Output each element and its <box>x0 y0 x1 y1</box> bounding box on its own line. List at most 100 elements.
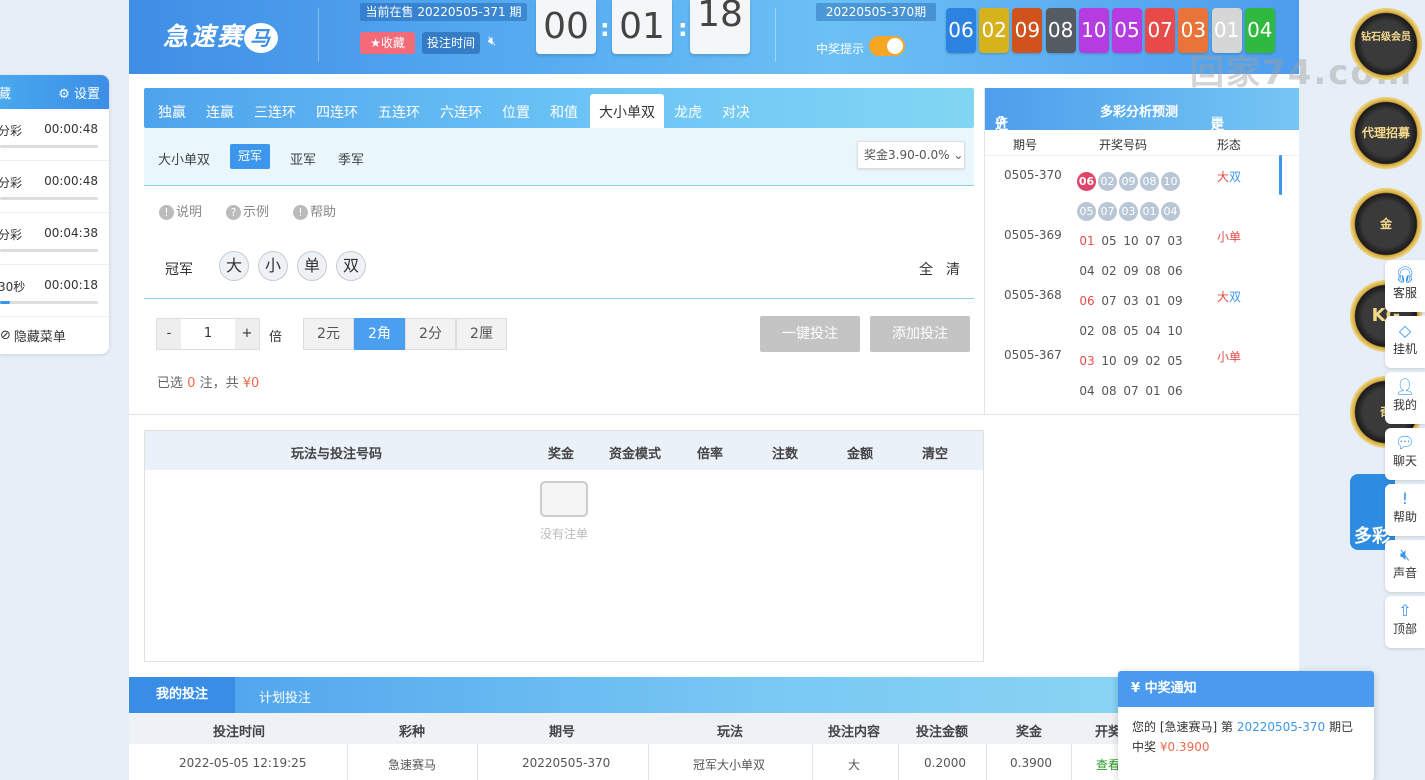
result-ball: 08 <box>1045 8 1076 53</box>
gold-badge[interactable]: 金 <box>1350 188 1422 260</box>
pick-big[interactable]: 大 <box>219 251 249 281</box>
info-icon: ! <box>159 205 174 220</box>
diamond-member-badge[interactable]: 钻石级会员 <box>1350 8 1422 80</box>
side-panel-header: 藏 ⚙ 设置 <box>0 75 109 109</box>
unit-2-fen[interactable]: 2分 <box>405 318 456 350</box>
result-ball: 07 <box>1145 8 1176 53</box>
result-ball: 09 <box>1012 8 1043 53</box>
side-menu-user[interactable]: 👤︎ 我的 <box>1385 372 1425 424</box>
order-table-header: 玩法与投注号码 奖金 资金模式 倍率 注数 金额 清空 <box>145 431 983 470</box>
help-icon: ! <box>1401 489 1409 508</box>
side-menu-arrow-up[interactable]: ⇧ 顶部 <box>1385 596 1425 648</box>
agent-recruit-badge[interactable]: 代理招募 <box>1350 97 1422 169</box>
result-ball: 10 <box>1078 8 1109 53</box>
selected-summary: 已选 0 注，共 ¥0 <box>157 376 260 391</box>
play-tab[interactable]: 和值 <box>550 94 578 128</box>
result-ball: 05 <box>1112 8 1142 53</box>
chat-icon: 💬︎ <box>1394 433 1416 452</box>
previous-issue: 20220505-370期 <box>816 3 936 21</box>
hidden-label: 藏 <box>0 86 12 102</box>
results-header: 期号 开奖号码 形态 <box>985 130 1299 156</box>
win-alert-toggle[interactable] <box>869 36 905 56</box>
help-link[interactable]: ! 帮助 <box>293 201 336 220</box>
play-tab[interactable]: 六连环 <box>440 94 482 128</box>
pick-odd[interactable]: 单 <box>297 251 327 281</box>
view-link[interactable]: 查看 <box>1096 756 1120 773</box>
chevron-down-icon: ⌄ <box>953 148 964 162</box>
countdown-bar <box>0 197 98 200</box>
colon: : <box>600 14 610 42</box>
scrollbar[interactable] <box>1279 155 1282 195</box>
pick-even[interactable]: 双 <box>336 251 366 281</box>
sound-icon: 🔇︎ <box>1399 545 1411 564</box>
favorite-button[interactable]: ★收藏 <box>360 32 415 54</box>
minus-button[interactable]: - <box>157 319 181 349</box>
clear-selection-button[interactable]: 清 <box>946 259 960 279</box>
tab-analysis[interactable]: 多彩分析预测 <box>1100 101 1178 120</box>
add-bet-button[interactable]: 添加投注 <box>870 316 970 352</box>
colon: : <box>678 14 688 42</box>
play-tab[interactable]: 四连环 <box>316 94 358 128</box>
lottery-item[interactable]: 30秒 00:00:18 <box>0 265 109 317</box>
multiplier-input[interactable]: 1 <box>181 319 235 349</box>
help-example-link[interactable]: ? 示例 <box>226 201 269 220</box>
unit-2-jiao[interactable]: 2角 <box>354 318 405 350</box>
side-menu-diamond[interactable]: ◇ 挂机 <box>1385 316 1425 368</box>
side-menu-chat[interactable]: 💬︎ 聊天 <box>1385 428 1425 480</box>
hide-menu-button[interactable]: ⊘ 隐藏菜单 <box>0 317 109 353</box>
play-tab[interactable]: 三连环 <box>254 94 296 128</box>
play-tab[interactable]: 大小单双 <box>590 94 664 128</box>
tab-my-bets[interactable]: 我的投注 <box>129 677 235 713</box>
sub-tab-second[interactable]: 亚军 <box>290 149 316 168</box>
bet-time-button[interactable]: 投注时间 <box>422 32 480 54</box>
sub-tab-third[interactable]: 季军 <box>338 149 364 168</box>
gear-icon: ⚙ <box>58 86 70 102</box>
mute-icon[interactable]: 🔇︎ <box>488 34 496 49</box>
quick-bet-button[interactable]: 一键投注 <box>760 316 860 352</box>
countdown-bar <box>0 249 98 252</box>
diamond-icon: ◇ <box>1398 321 1412 340</box>
settings-button[interactable]: ⚙ 设置 <box>58 83 100 102</box>
countdown-hours: 00 <box>536 0 596 54</box>
play-tab[interactable]: 连赢 <box>206 94 234 128</box>
results-tabs: 近期开奖 ♻ 多彩分析预测 走势图 ▤ <box>985 88 1299 190</box>
play-tab[interactable]: 独赢 <box>158 94 186 128</box>
refresh-icon: ♻ <box>995 114 1007 129</box>
user-icon: 👤︎ <box>1394 377 1416 396</box>
prize-select[interactable]: 奖金3.90-0.0% ⌄ <box>857 141 965 169</box>
result-ball: 06 <box>946 8 976 53</box>
countdown-bar <box>0 145 98 148</box>
plus-button[interactable]: + <box>235 319 259 349</box>
side-menu-help[interactable]: ! 帮助 <box>1385 484 1425 536</box>
lottery-item[interactable]: 分彩 00:04:38 <box>0 213 109 265</box>
lottery-item[interactable]: 分彩 00:00:48 <box>0 109 109 161</box>
order-table: 玩法与投注号码 奖金 资金模式 倍率 注数 金额 清空 <box>144 430 984 662</box>
play-tab[interactable]: 位置 <box>502 94 530 128</box>
help-description-link[interactable]: ! 说明 <box>159 201 202 220</box>
empty-inbox-icon <box>540 481 588 517</box>
win-notification: ¥ 中奖通知 您的 [急速赛马] 第 20220505-370 期已中奖 ¥0.… <box>1118 671 1374 780</box>
clear-orders-button[interactable]: 清空 <box>922 443 948 462</box>
win-alert-label: 中奖提示 <box>816 42 865 56</box>
play-tab[interactable]: 龙虎 <box>674 94 702 128</box>
side-menu-headset[interactable]: 🎧︎ 客服 <box>1385 260 1425 312</box>
lottery-item[interactable]: 分彩 00:00:48 <box>0 161 109 213</box>
play-tab[interactable]: 对决 <box>722 94 750 128</box>
pick-small[interactable]: 小 <box>258 251 288 281</box>
play-tab[interactable]: 五连环 <box>378 94 420 128</box>
chart-icon: ▤ <box>1211 114 1224 129</box>
unit-2-li[interactable]: 2厘 <box>456 318 507 350</box>
eye-off-icon: ⊘ <box>0 327 11 343</box>
select-all-button[interactable]: 全 <box>919 259 933 279</box>
headset-icon: 🎧︎ <box>1394 265 1416 284</box>
result-row: 0505-367 03 10 09 02 0504 08 07 01 06 小单 <box>1004 348 1242 398</box>
divider <box>144 298 974 299</box>
divider <box>775 8 776 62</box>
result-row: 0505-368 06 07 03 01 0902 08 05 04 10 大双 <box>1004 288 1242 338</box>
multiplier-unit: 倍 <box>269 330 283 345</box>
tab-plan-bets[interactable]: 计划投注 <box>259 687 311 706</box>
sub-tab-champion[interactable]: 冠军 <box>230 144 271 169</box>
side-menu-sound[interactable]: 🔇︎ 声音 <box>1385 540 1425 592</box>
side-lottery-panel: 藏 ⚙ 设置 分彩 00:00:48 分彩 00:00:48 分彩 00:04:38 … <box>0 75 109 354</box>
unit-2-yuan[interactable]: 2元 <box>303 318 354 350</box>
